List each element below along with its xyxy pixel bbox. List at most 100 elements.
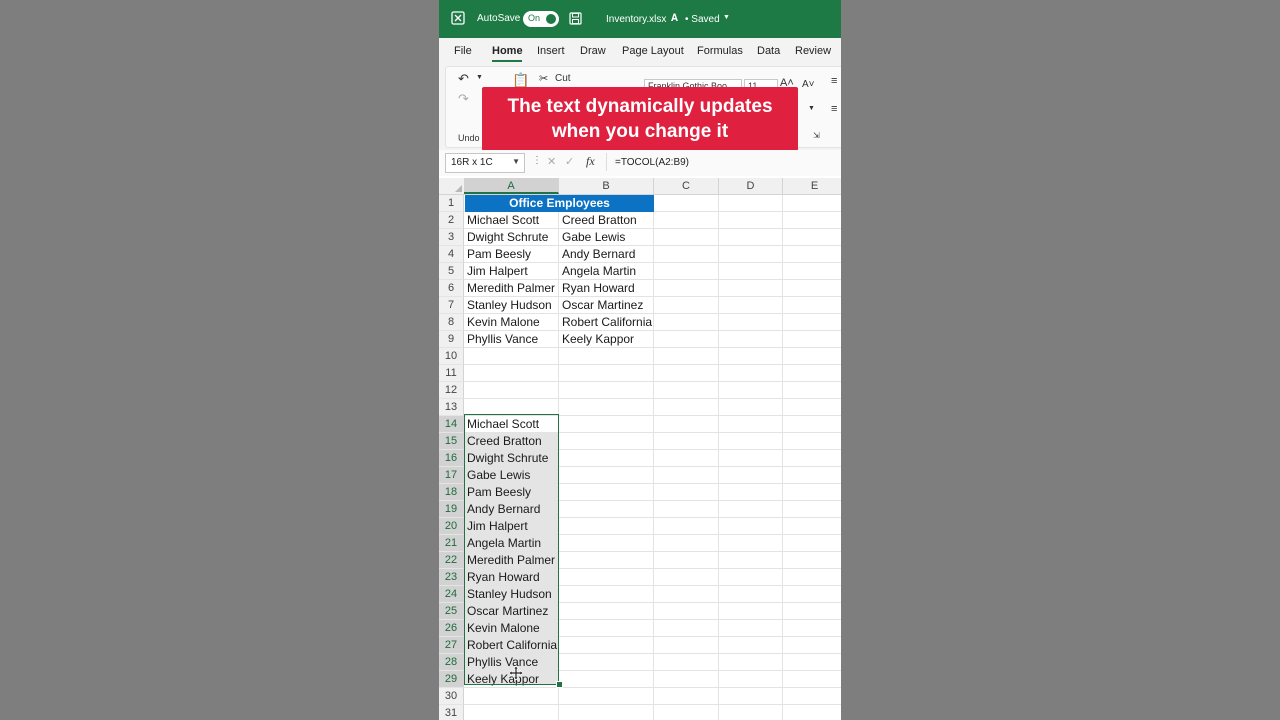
autosave-state: On	[528, 13, 541, 23]
row-header-2[interactable]: 2	[439, 212, 464, 229]
autosave-label: AutoSave	[477, 13, 521, 24]
tab-page-layout[interactable]: Page Layout	[622, 45, 684, 57]
tab-file[interactable]: File	[454, 45, 472, 57]
share-person-icon[interactable]: 𝐀	[671, 13, 678, 24]
row-header-15[interactable]: 15	[439, 433, 464, 450]
tab-data[interactable]: Data	[757, 45, 780, 57]
cell-a3[interactable]: Dwight Schrute	[465, 229, 559, 246]
cancel-icon[interactable]: ✕	[547, 155, 556, 168]
undo-dropdown-icon[interactable]: ▼	[476, 74, 483, 81]
excel-logo-icon	[451, 11, 465, 25]
move-cursor-icon	[509, 666, 523, 680]
office-employees-header[interactable]: Office Employees	[465, 195, 654, 212]
tab-draw[interactable]: Draw	[580, 45, 606, 57]
tab-formulas[interactable]: Formulas	[697, 45, 743, 57]
formula-bar: 16R x 1C ▼ ⋮ ✕ ✓ fx =TOCOL(A2:B9)	[439, 150, 841, 177]
cell-a2[interactable]: Michael Scott	[465, 212, 559, 229]
row-header-6[interactable]: 6	[439, 280, 464, 297]
file-name[interactable]: Inventory.xlsx	[606, 14, 666, 25]
color-dropdown-icon[interactable]: ▼	[808, 105, 815, 112]
undo-icon[interactable]: ↶	[458, 71, 469, 87]
row-header-23[interactable]: 23	[439, 569, 464, 586]
row-header-28[interactable]: 28	[439, 654, 464, 671]
row-header-10[interactable]: 10	[439, 348, 464, 365]
row-header-29[interactable]: 29	[439, 671, 464, 688]
align-icon[interactable]: ≡	[831, 75, 837, 87]
column-gridline	[718, 195, 719, 720]
column-header-d[interactable]: D	[719, 178, 783, 194]
chevron-down-icon[interactable]: ▼	[512, 157, 520, 166]
row-header-18[interactable]: 18	[439, 484, 464, 501]
enter-check-icon[interactable]: ✓	[565, 155, 574, 168]
cell-a5[interactable]: Jim Halpert	[465, 263, 559, 280]
cell-b4[interactable]: Andy Bernard	[560, 246, 654, 263]
excel-window: AutoSave On Inventory.xlsx 𝐀 • Saved ▼ F…	[439, 0, 841, 720]
column-header-a[interactable]: A	[464, 178, 559, 194]
dialog-launcher-icon[interactable]: ⇲	[813, 131, 820, 140]
redo-icon[interactable]: ↷	[458, 91, 469, 107]
row-header-3[interactable]: 3	[439, 229, 464, 246]
tab-review[interactable]: Review	[795, 45, 831, 57]
column-header-b[interactable]: B	[559, 178, 654, 194]
align-lines-icon[interactable]: ≡	[831, 103, 837, 115]
row-header-21[interactable]: 21	[439, 535, 464, 552]
selection-border	[464, 414, 559, 685]
column-header-e[interactable]: E	[783, 178, 841, 194]
cut-label[interactable]: Cut	[555, 73, 571, 84]
cell-a8[interactable]: Kevin Malone	[465, 314, 559, 331]
row-header-27[interactable]: 27	[439, 637, 464, 654]
autosave-toggle[interactable]: On	[523, 11, 559, 27]
row-header-26[interactable]: 26	[439, 620, 464, 637]
row-header-25[interactable]: 25	[439, 603, 464, 620]
row-header-30[interactable]: 30	[439, 688, 464, 705]
row-header-14[interactable]: 14	[439, 416, 464, 433]
cell-b5[interactable]: Angela Martin	[560, 263, 654, 280]
column-header-c[interactable]: C	[654, 178, 719, 194]
cell-b8[interactable]: Robert California	[560, 314, 654, 331]
fill-handle[interactable]	[556, 681, 563, 688]
select-all-corner[interactable]	[439, 178, 465, 194]
column-headers: A B C D E	[439, 178, 841, 195]
tab-insert[interactable]: Insert	[537, 45, 565, 57]
cell-a7[interactable]: Stanley Hudson	[465, 297, 559, 314]
row-header-5[interactable]: 5	[439, 263, 464, 280]
tab-home[interactable]: Home	[492, 45, 523, 57]
insert-function-icon[interactable]: fx	[586, 154, 595, 169]
row-header-8[interactable]: 8	[439, 314, 464, 331]
row-header-17[interactable]: 17	[439, 467, 464, 484]
save-icon[interactable]	[569, 12, 582, 25]
row-header-1[interactable]: 1	[439, 195, 464, 212]
toggle-knob	[546, 14, 556, 24]
row-header-9[interactable]: 9	[439, 331, 464, 348]
row-header-7[interactable]: 7	[439, 297, 464, 314]
title-bar: AutoSave On Inventory.xlsx 𝐀 • Saved ▼	[439, 0, 841, 38]
column-gridline	[782, 195, 783, 720]
row-header-31[interactable]: 31	[439, 705, 464, 720]
ribbon-tabs: File Home Insert Draw Page Layout Formul…	[439, 38, 841, 64]
row-header-24[interactable]: 24	[439, 586, 464, 603]
formula-text: =TOCOL(A2:B9)	[615, 157, 690, 168]
cell-b3[interactable]: Gabe Lewis	[560, 229, 654, 246]
row-header-4[interactable]: 4	[439, 246, 464, 263]
formula-input[interactable]: =TOCOL(A2:B9)	[606, 153, 839, 171]
row-header-13[interactable]: 13	[439, 399, 464, 416]
cell-a9[interactable]: Phyllis Vance	[465, 331, 559, 348]
row-header-19[interactable]: 19	[439, 501, 464, 518]
decrease-font-icon[interactable]: A˅	[802, 79, 815, 90]
cut-icon[interactable]: ✂	[539, 72, 548, 85]
cell-b7[interactable]: Oscar Martinez	[560, 297, 654, 314]
row-header-11[interactable]: 11	[439, 365, 464, 382]
cell-b9[interactable]: Keely Kappor	[560, 331, 654, 348]
row-header-22[interactable]: 22	[439, 552, 464, 569]
name-box[interactable]: 16R x 1C ▼	[445, 153, 525, 173]
more-options-icon[interactable]: ⋮	[532, 155, 542, 166]
cell-b6[interactable]: Ryan Howard	[560, 280, 654, 297]
worksheet-grid[interactable]: A B C D E 1 2 3 4 5 6 7 8 9 10 11 12 13 14 15 16 17 18 19 2…	[439, 176, 841, 720]
row-header-12[interactable]: 12	[439, 382, 464, 399]
cell-a6[interactable]: Meredith Palmer	[465, 280, 559, 297]
chevron-down-icon[interactable]: ▼	[723, 14, 730, 21]
cell-a4[interactable]: Pam Beesly	[465, 246, 559, 263]
cell-b2[interactable]: Creed Bratton	[560, 212, 654, 229]
row-header-16[interactable]: 16	[439, 450, 464, 467]
row-header-20[interactable]: 20	[439, 518, 464, 535]
